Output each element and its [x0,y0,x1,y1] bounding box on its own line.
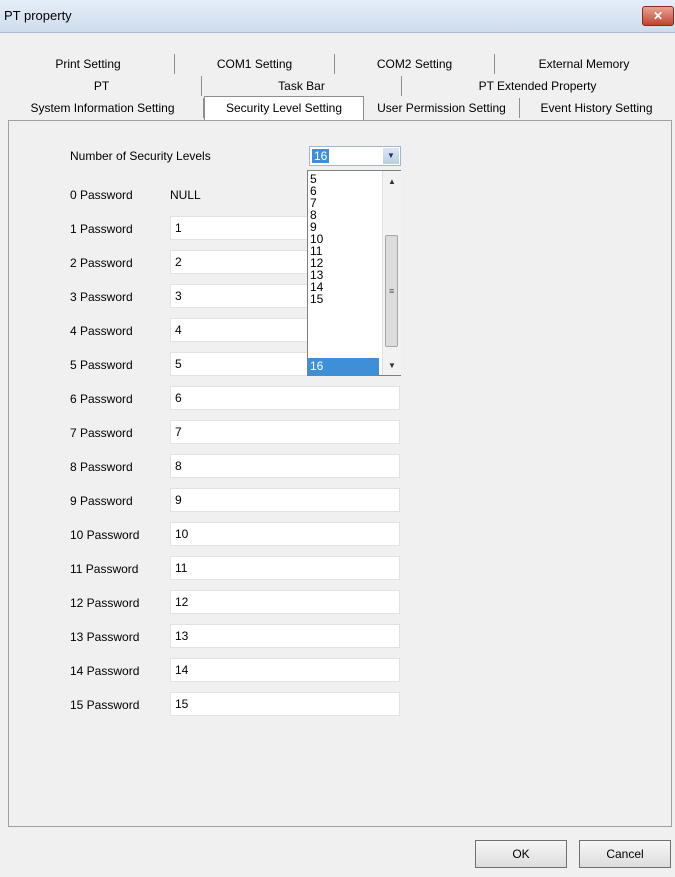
scroll-down-arrow-icon[interactable]: ▼ [383,357,401,375]
password-field-11[interactable]: 11 [170,556,400,580]
password-field-8[interactable]: 8 [170,454,400,478]
password-label-1: 1 Password [70,222,133,236]
tab-task-bar[interactable]: Task Bar [202,76,402,96]
tab-pt-extended-property[interactable]: PT Extended Property [402,76,673,96]
password-label-10: 10 Password [70,528,140,542]
close-button[interactable]: ✕ [642,6,674,26]
password-field-12[interactable]: 12 [170,590,400,614]
password-field-15[interactable]: 15 [170,692,400,716]
tab-pt[interactable]: PT [2,76,202,96]
password-label-15: 15 Password [70,698,140,712]
password-field-7[interactable]: 7 [170,420,400,444]
title-bar: PT property ✕ [0,0,675,33]
password-field-9[interactable]: 9 [170,488,400,512]
tab-com2-setting[interactable]: COM2 Setting [335,54,495,74]
tab-system-information-setting[interactable]: System Information Setting [2,98,204,118]
chevron-down-icon[interactable]: ▼ [383,148,399,164]
password-label-13: 13 Password [70,630,140,644]
tab-print-setting[interactable]: Print Setting [2,54,175,74]
tab-external-memory[interactable]: External Memory [495,54,673,74]
scrollbar-thumb[interactable]: ≡ [385,235,398,347]
dropdown-option-5[interactable]: 5 [308,173,379,185]
security-levels-value: 16 [312,149,330,163]
dropdown-scrollbar[interactable]: ▲ ≡ ▼ [382,171,401,375]
password-field-14[interactable]: 14 [170,658,400,682]
dropdown-option-7[interactable]: 7 [308,197,379,209]
tab-security-level-setting[interactable]: Security Level Setting [204,96,364,120]
scroll-up-arrow-icon[interactable]: ▲ [383,173,401,191]
password-label-8: 8 Password [70,460,133,474]
tab-user-permission-setting[interactable]: User Permission Setting [364,98,520,118]
tab-com1-setting[interactable]: COM1 Setting [175,54,335,74]
password-label-2: 2 Password [70,256,133,270]
password-field-13[interactable]: 13 [170,624,400,648]
password-label-12: 12 Password [70,596,140,610]
password-label-11: 11 Password [70,562,139,576]
dropdown-option-16[interactable]: 16 [308,358,379,375]
password-label-5: 5 Password [70,358,133,372]
password-label-14: 14 Password [70,664,140,678]
password-label-4: 4 Password [70,324,133,338]
password-label-0: 0 Password [70,188,133,202]
password-label-3: 3 Password [70,290,133,304]
cancel-button[interactable]: Cancel [579,840,671,868]
password-label-7: 7 Password [70,426,133,440]
dropdown-option-8[interactable]: 8 [308,209,379,221]
security-levels-dropdown-list: 5 6 7 8 9 10 11 12 13 14 15 16 ▲ ≡ ▼ [307,170,401,376]
grip-icon: ≡ [389,286,395,296]
dropdown-option-6[interactable]: 6 [308,185,379,197]
password-value-0: NULL [170,188,201,202]
password-label-6: 6 Password [70,392,133,406]
dropdown-option-15[interactable]: 15 [308,293,379,305]
ok-button[interactable]: OK [475,840,567,868]
security-levels-select[interactable]: 16 ▼ [309,146,401,166]
tab-event-history-setting[interactable]: Event History Setting [520,98,673,118]
window-title: PT property [4,8,72,23]
password-field-6[interactable]: 6 [170,386,400,410]
security-levels-label: Number of Security Levels [70,149,211,163]
password-label-9: 9 Password [70,494,133,508]
close-icon: ✕ [652,9,664,23]
password-field-10[interactable]: 10 [170,522,400,546]
